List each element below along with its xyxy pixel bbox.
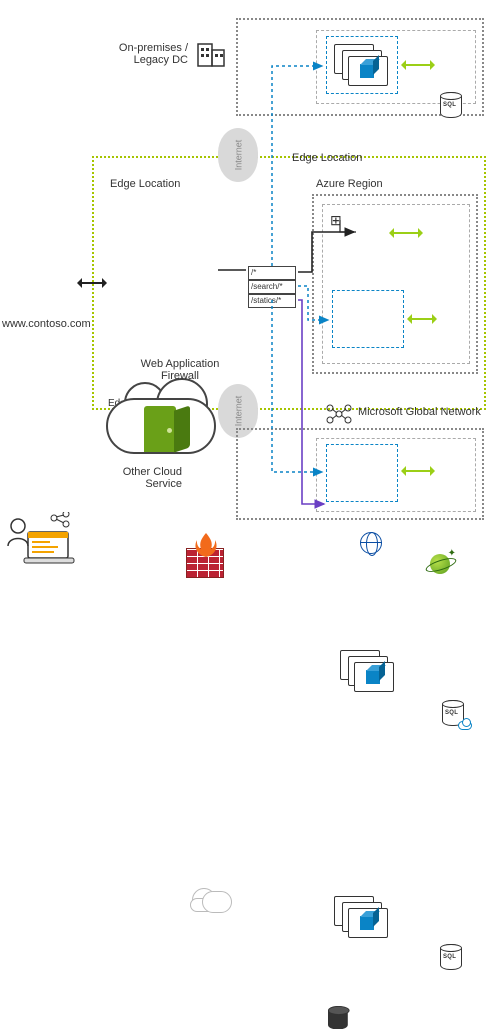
cosmos-db-icon: ✦ (430, 554, 450, 574)
user-client-icon (6, 512, 78, 566)
arrow-client-edge (80, 282, 104, 284)
on-prem-label: On-premises / Legacy DC (116, 42, 188, 66)
azure-region-label: Azure Region (316, 178, 383, 190)
arrow-onprem-vm-sql (404, 64, 432, 66)
arrow-appsvc-cosmos (392, 232, 420, 234)
vm-group-onprem (326, 36, 398, 94)
edge-location-inner-label: Edge Location (110, 178, 180, 190)
client-url-label: www.contoso.com (2, 318, 91, 330)
internet-icon-top: Internet (218, 128, 258, 182)
vm-icon-other (334, 896, 390, 938)
location-pin-icon-top (262, 214, 288, 240)
vm-group-other (326, 444, 398, 502)
arrow-other-vm-sql (404, 470, 432, 472)
vm-icon-azure (340, 650, 396, 692)
front-door-cloud-icon (106, 378, 216, 458)
firewall-icon (186, 548, 224, 578)
network-icon (324, 402, 354, 427)
datacenter-icon (194, 36, 228, 73)
front-door-icon (144, 406, 176, 452)
waf-label: Web Application Firewall (130, 358, 230, 382)
route-statics: /statics/* (248, 294, 296, 308)
location-pin-icon-inner (116, 290, 142, 316)
storage-icon (328, 1006, 348, 1029)
arrow-azure-vm-sql (410, 318, 434, 320)
vm-group-azure (332, 290, 404, 348)
edge-location-top-label: Edge Location (292, 152, 362, 164)
sql-icon-other: SQL (440, 944, 462, 970)
app-service-globe-icon (360, 532, 382, 554)
lb-icon: ⊞ (330, 212, 342, 229)
msft-global-network-label: Microsoft Global Network (358, 406, 481, 418)
route-default: /* (248, 266, 296, 280)
sql-icon-azure: SQL (442, 700, 464, 726)
cloud-icon-other (188, 886, 232, 912)
other-cloud-label: Other Cloud Service (118, 466, 182, 490)
sql-icon-onprem: SQL (440, 92, 462, 118)
route-search: /search/* (248, 280, 296, 294)
